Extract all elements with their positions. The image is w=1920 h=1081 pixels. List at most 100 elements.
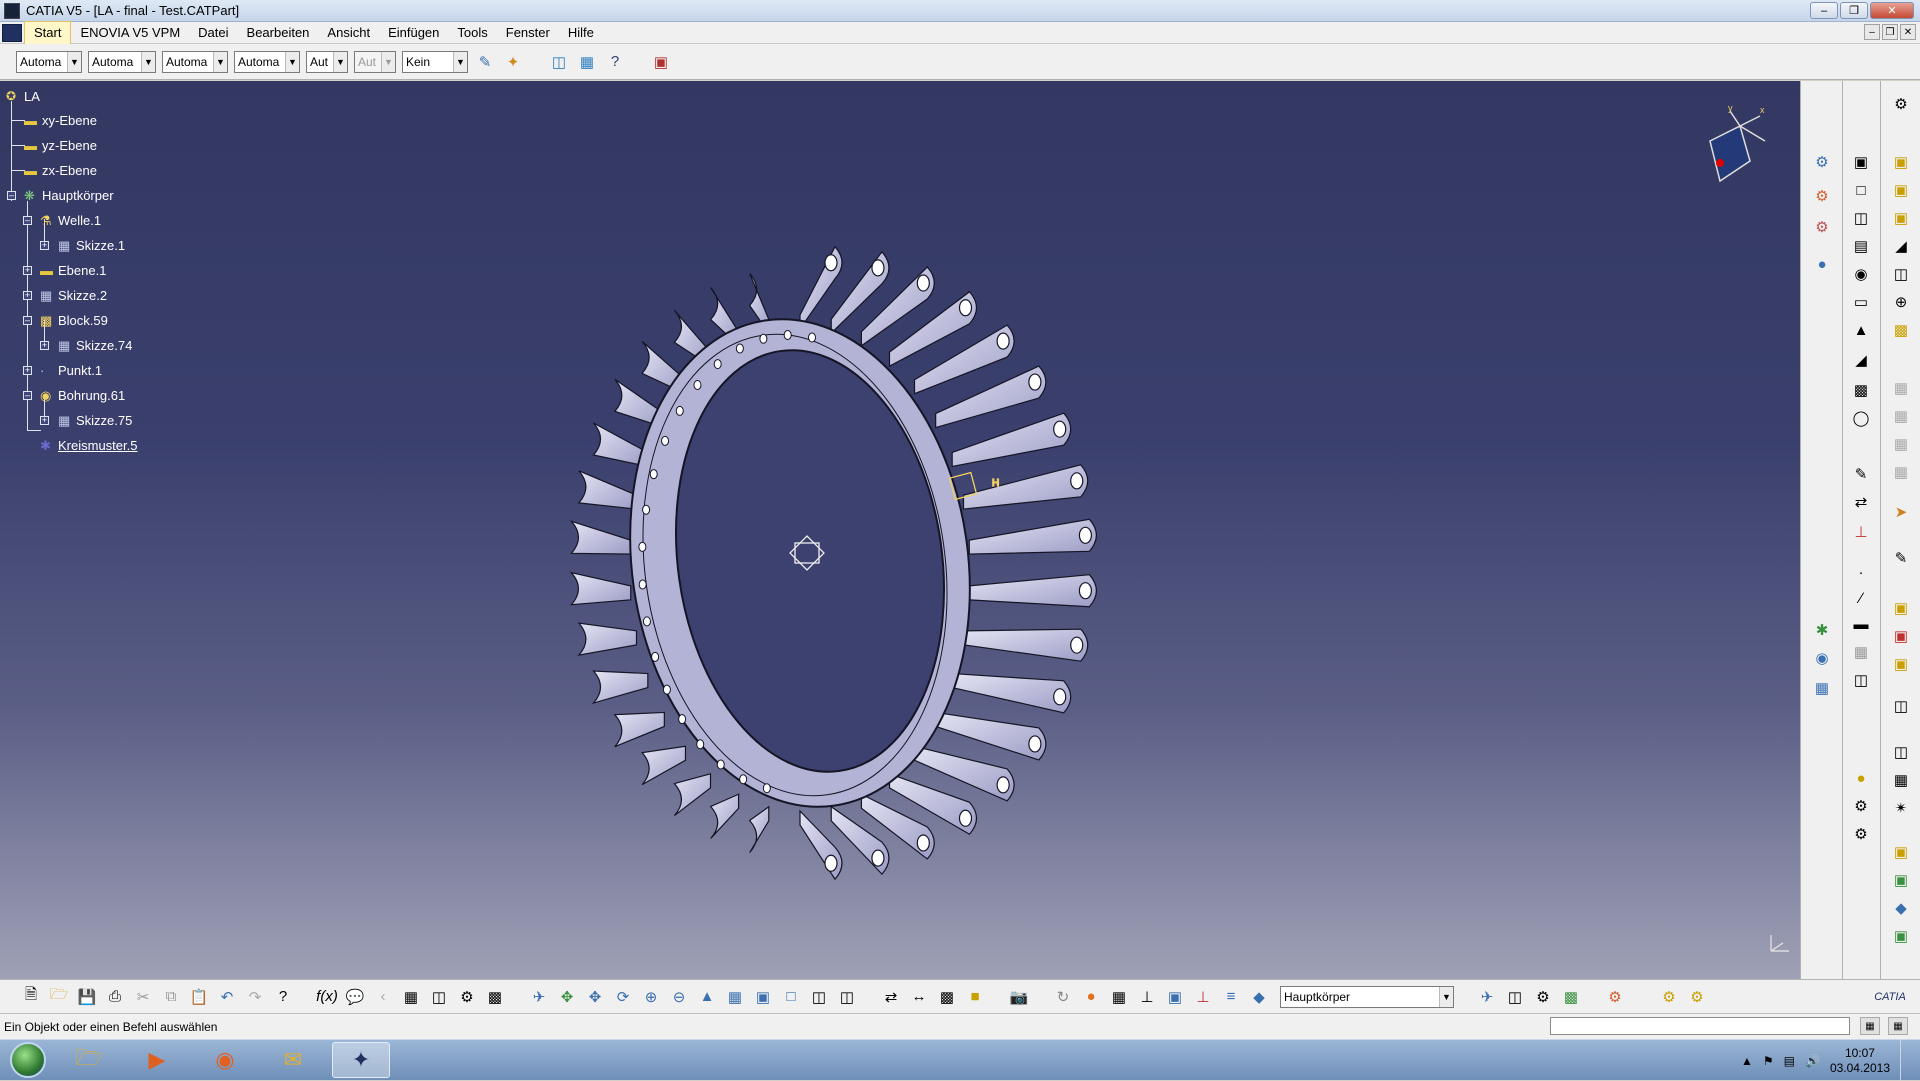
chevron-down-icon[interactable]: ▼ (285, 51, 299, 72)
linewidth-combo[interactable]: Automa ▼ (162, 50, 228, 73)
redo-icon[interactable]: ↷ (244, 986, 266, 1008)
tool-icon[interactable]: ⚙ (1532, 986, 1554, 1008)
hole-icon[interactable]: ◉ (1849, 263, 1873, 285)
pocket-icon[interactable]: □ (1849, 179, 1873, 201)
painter-icon[interactable]: ✎ (474, 51, 496, 73)
measure-inertia-icon[interactable]: ■ (964, 986, 986, 1008)
zoom-out-icon[interactable]: ⊖ (668, 986, 690, 1008)
tool-icon[interactable]: ▣ (1889, 597, 1913, 619)
tool-icon[interactable]: ▦ (1108, 986, 1130, 1008)
tool-icon[interactable]: ◫ (1889, 263, 1913, 285)
constraint-icon[interactable]: ⊥ (1849, 521, 1873, 543)
tool-icon[interactable]: ▦ (1889, 377, 1913, 399)
menu-hilfe[interactable]: Hilfe (559, 22, 603, 44)
tool-icon[interactable]: ⚙ (456, 986, 478, 1008)
minimize-button[interactable]: – (1810, 2, 1838, 19)
menu-ansicht[interactable]: Ansicht (318, 22, 379, 44)
open-icon[interactable]: 🗁 (48, 986, 70, 1008)
rib-icon[interactable]: ▭ (1849, 291, 1873, 313)
catia-app-icon[interactable] (4, 2, 20, 19)
tool-icon[interactable]: ▣ (1889, 869, 1913, 891)
zoom-in-icon[interactable]: ⊕ (640, 986, 662, 1008)
menu-bearbeiten[interactable]: Bearbeiten (238, 22, 319, 44)
multi-view-icon[interactable]: ▦ (724, 986, 746, 1008)
chevron-down-icon[interactable]: ▼ (141, 51, 155, 72)
draft-icon[interactable]: ◢ (1849, 349, 1873, 371)
catia-logo-icon[interactable] (2, 23, 22, 42)
tool-icon[interactable]: ⊥ (1192, 986, 1214, 1008)
cut-icon[interactable]: ✂ (132, 986, 154, 1008)
media-player-icon[interactable]: ▶ (128, 1042, 186, 1078)
tool-icon[interactable]: ◫ (1889, 741, 1913, 763)
tool-icon[interactable]: ↻ (1052, 986, 1074, 1008)
tray-arrow-icon[interactable]: ▲ (1741, 1054, 1753, 1068)
iso-view-icon[interactable]: ▣ (752, 986, 774, 1008)
tool-icon[interactable]: ◆ (1889, 897, 1913, 919)
tool-icon[interactable]: ⚙ (1810, 151, 1834, 173)
tool-icon[interactable]: ▦ (1810, 677, 1834, 699)
shading-icon[interactable]: □ (780, 986, 802, 1008)
clock[interactable]: 10:07 03.04.2013 (1830, 1046, 1890, 1076)
layer-combo[interactable]: Aut ▼ (354, 50, 396, 73)
catia-brand-logo[interactable]: CATIA (1868, 986, 1912, 1008)
tool-icon[interactable]: ⚙ (1849, 795, 1873, 817)
chevron-down-icon[interactable]: ▼ (381, 51, 395, 72)
menu-enovia[interactable]: ENOVIA V5 VPM (71, 22, 189, 44)
comment-icon[interactable]: 💬 (344, 986, 366, 1008)
select-arrow-icon[interactable]: ➤ (1889, 501, 1913, 523)
tool-icon[interactable]: ▣ (1889, 841, 1913, 863)
thickness-icon[interactable]: ▩ (1849, 379, 1873, 401)
tool-icon[interactable]: ✈ (1476, 986, 1498, 1008)
tool-icon[interactable]: ▣ (1889, 625, 1913, 647)
pattern-icon[interactable]: ▦ (1889, 769, 1913, 791)
restore-button[interactable]: ❐ (1840, 2, 1868, 19)
menu-einfuegen[interactable]: Einfügen (379, 22, 448, 44)
tool-icon[interactable]: ▣ (1889, 653, 1913, 675)
tool-icon[interactable]: ▦ (1889, 461, 1913, 483)
hide-show-icon[interactable]: ◫ (808, 986, 830, 1008)
transparency-combo[interactable]: Automa ▼ (88, 50, 156, 73)
chevron-down-icon[interactable]: ▼ (67, 51, 81, 72)
sketcher-icon[interactable]: ◫ (548, 51, 570, 73)
plane-icon[interactable]: ▬ (1849, 613, 1873, 635)
line-icon[interactable]: ∕ (1849, 587, 1873, 609)
close-button[interactable]: ✕ (1870, 2, 1914, 19)
power-input-field[interactable] (1550, 1017, 1850, 1035)
tool-icon[interactable]: ≡ (1220, 986, 1242, 1008)
doc-restore-button[interactable]: ❐ (1882, 24, 1898, 40)
menu-fenster[interactable]: Fenster (497, 22, 559, 44)
tool-icon[interactable]: ⚙ (1810, 216, 1834, 238)
tool-icon[interactable]: ▦ (1849, 641, 1873, 663)
rotate-icon[interactable]: ⟳ (612, 986, 634, 1008)
linetype-combo[interactable]: Automa ▼ (234, 50, 300, 73)
table-icon[interactable]: ▦ (400, 986, 422, 1008)
color-combo[interactable]: Automa ▼ (16, 50, 82, 73)
axis-icon[interactable]: ⊥ (1136, 986, 1158, 1008)
print-icon[interactable]: ⎙ (104, 986, 126, 1008)
tool-icon[interactable]: ⚙ (1849, 823, 1873, 845)
chevron-down-icon[interactable]: ▼ (1439, 986, 1453, 1007)
menu-start[interactable]: Start (24, 20, 72, 45)
flag-icon[interactable]: ⚑ (1763, 1054, 1774, 1068)
tool-icon[interactable]: ⚙ (1810, 185, 1834, 207)
new-icon[interactable]: 🗎 (20, 986, 42, 1008)
properties-icon[interactable]: ✦ (502, 51, 524, 73)
explorer-icon[interactable]: 🗁 (60, 1042, 118, 1078)
body-icon[interactable]: ◆ (1248, 986, 1270, 1008)
tool-icon[interactable]: ● (1810, 253, 1834, 275)
whats-this-icon[interactable]: ? (272, 986, 294, 1008)
tool-icon[interactable]: ▦ (1889, 433, 1913, 455)
chevron-down-icon[interactable]: ▼ (213, 51, 227, 72)
tool-icon[interactable]: ▣ (1889, 151, 1913, 173)
tool-icon[interactable]: ⚙ (1686, 986, 1708, 1008)
compass-widget[interactable]: y x (1690, 101, 1770, 191)
tool-icon[interactable]: ▩ (1560, 986, 1582, 1008)
swap-space-icon[interactable]: ◫ (836, 986, 858, 1008)
pan-icon[interactable]: ✥ (584, 986, 606, 1008)
pad-icon[interactable]: ▣ (1849, 151, 1873, 173)
firefox-icon[interactable]: ◉ (196, 1042, 254, 1078)
tool-icon[interactable]: ◢ (1889, 235, 1913, 257)
whats-this-icon[interactable]: ? (604, 51, 626, 73)
chevron-down-icon[interactable]: ▼ (333, 51, 347, 72)
catalog-icon[interactable]: ▣ (650, 51, 672, 73)
